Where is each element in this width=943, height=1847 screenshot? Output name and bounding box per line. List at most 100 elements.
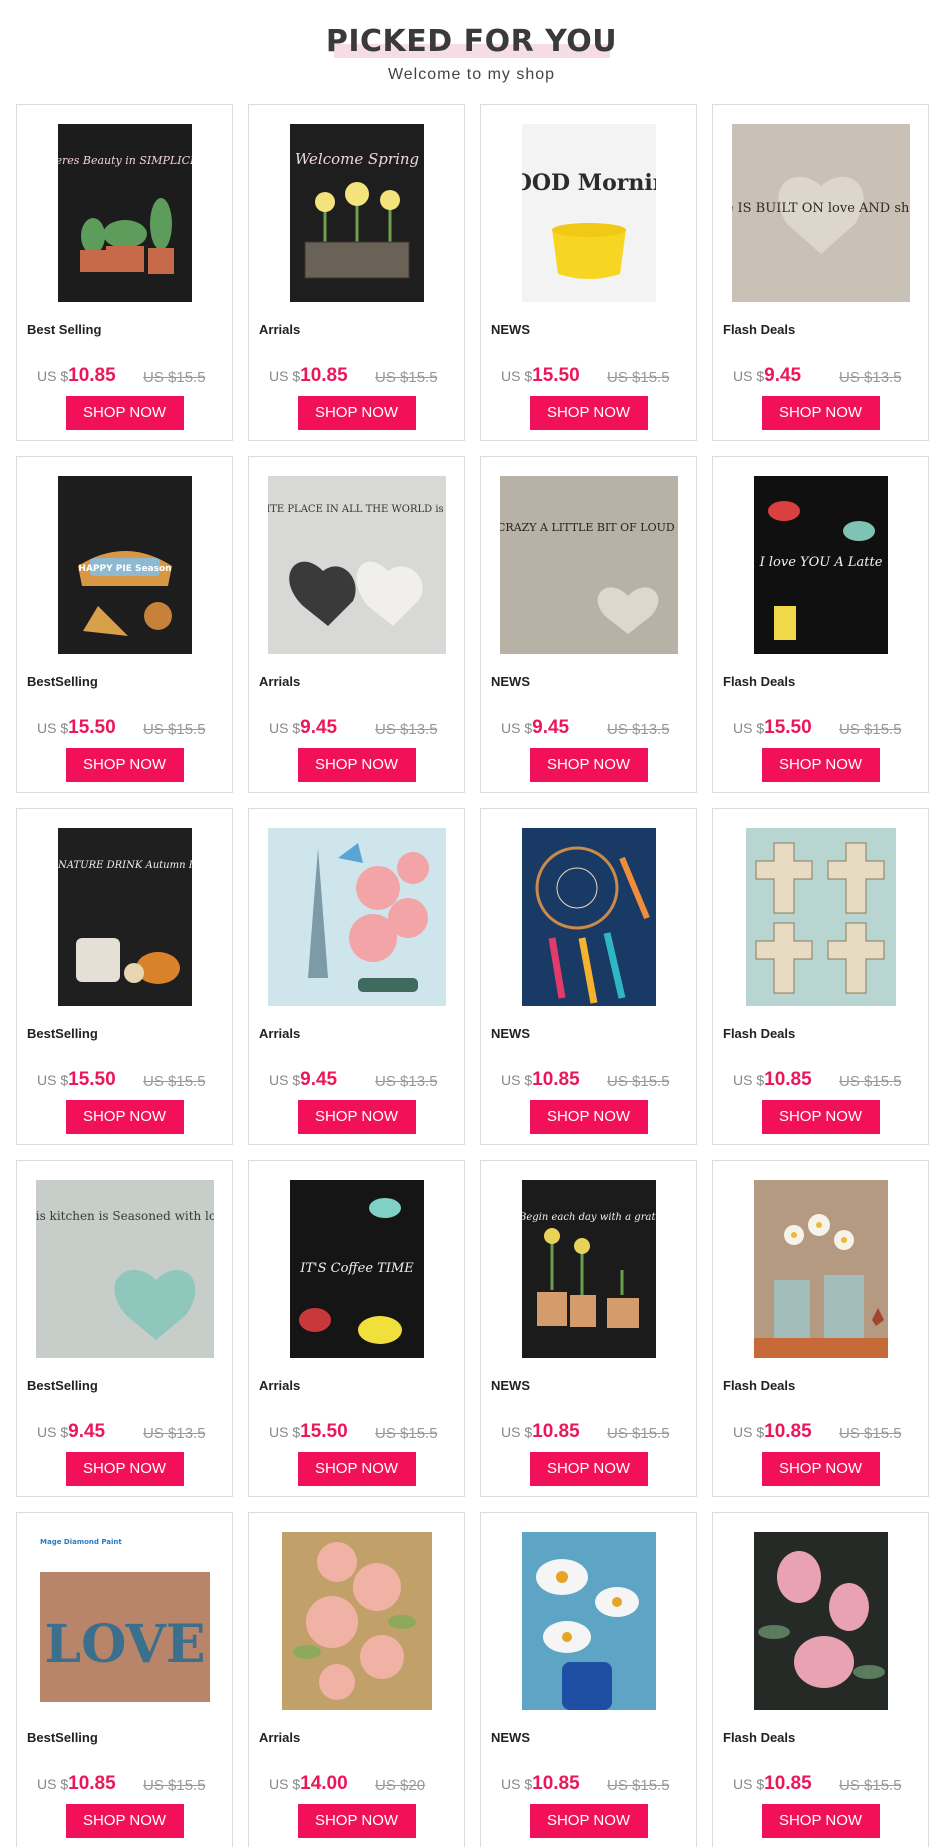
product-category[interactable]: Arrials (259, 322, 300, 337)
shop-now-button[interactable]: SHOP NOW (529, 748, 648, 782)
product-card[interactable]: OUR SIGNATURE DRINK Autumn IN A Mug Best… (16, 808, 233, 1145)
product-card[interactable]: I love YOU A Latte Flash Deals US $15.50 U… (712, 456, 929, 793)
product-category[interactable]: Arrials (259, 674, 300, 689)
shop-now-button[interactable]: SHOP NOW (65, 1452, 184, 1486)
product-image[interactable] (753, 1180, 888, 1358)
product-card[interactable]: NEWS US $10.85 US $15.5 SHOP NOW (480, 1512, 697, 1847)
product-image[interactable] (267, 828, 446, 1006)
shop-now-button[interactable]: SHOP NOW (529, 396, 648, 430)
shop-now-button[interactable]: SHOP NOW (761, 396, 880, 430)
current-price: US $10.85 (501, 1773, 580, 1795)
product-image[interactable]: MY FAVORITE PLACE IN ALL THE WORLD is ne… (267, 476, 446, 654)
current-price: US $10.85 (733, 1421, 812, 1443)
product-image[interactable] (745, 828, 896, 1006)
shop-now-button[interactable]: SHOP NOW (761, 1804, 880, 1838)
product-category[interactable]: NEWS (491, 1730, 530, 1745)
current-price: US $15.50 (269, 1421, 348, 1443)
currency-label: US $ (269, 1424, 301, 1440)
shop-now-button[interactable]: SHOP NOW (297, 396, 416, 430)
shop-now-button[interactable]: SHOP NOW (65, 748, 184, 782)
product-card[interactable]: Flash Deals US $10.85 US $15.5 SHOP NOW (712, 1512, 929, 1847)
current-price: US $10.85 (37, 365, 116, 387)
product-image[interactable]: IT'S Coffee TIME (289, 1180, 424, 1358)
currency-label: US $ (501, 1776, 533, 1792)
product-image[interactable]: Theres Beauty in SIMPLICITY (57, 124, 192, 302)
shop-now-button[interactable]: SHOP NOW (761, 1452, 880, 1486)
shop-now-button[interactable]: SHOP NOW (529, 1100, 648, 1134)
original-price: US $15.5 (839, 1777, 902, 1794)
price-row: US $15.50 US $15.5 (269, 1421, 449, 1445)
shop-now-button[interactable]: SHOP NOW (761, 748, 880, 782)
product-card[interactable]: Arrials US $14.00 US $20 SHOP NOW (248, 1512, 465, 1847)
price-row: US $14.00 US $20 (269, 1773, 449, 1797)
product-image[interactable]: This kitchen is Seasoned with love (35, 1180, 214, 1358)
product-category[interactable]: Flash Deals (723, 674, 795, 689)
product-category[interactable]: NEWS (491, 1026, 530, 1041)
product-category[interactable]: BestSelling (27, 1378, 98, 1393)
product-image[interactable]: Mage Diamond Paint LOVE (35, 1532, 214, 1710)
product-category[interactable]: Flash Deals (723, 1026, 795, 1041)
product-image[interactable]: HAPPY PIE Season (57, 476, 192, 654)
product-card[interactable]: Mage Diamond Paint LOVE BestSelling US $10… (16, 1512, 233, 1847)
price-row: US $10.85 US $15.5 (269, 365, 449, 389)
product-category[interactable]: Arrials (259, 1730, 300, 1745)
original-price: US $15.5 (839, 1073, 902, 1090)
product-card[interactable]: HAPPY PIE Season BestSelling US $15.50 US … (16, 456, 233, 793)
product-category[interactable]: Flash Deals (723, 1378, 795, 1393)
product-category[interactable]: NEWS (491, 1378, 530, 1393)
product-card[interactable]: This home IS BUILT ON love AND shenaniga… (712, 104, 929, 441)
product-card[interactable]: Welcome Spring Arrials US $10.85 US $15.5 S… (248, 104, 465, 441)
shop-now-button[interactable]: SHOP NOW (297, 748, 416, 782)
product-card[interactable]: GOOD Morning NEWS US $15.50 US $15.5 SHOP N… (480, 104, 697, 441)
product-category[interactable]: BestSelling (27, 1026, 98, 1041)
shop-now-button[interactable]: SHOP NOW (297, 1100, 416, 1134)
product-image[interactable]: Welcome Spring (289, 124, 424, 302)
product-card[interactable]: Theres Beauty in SIMPLICITY Best Selling… (16, 104, 233, 441)
price-row: US $10.85 US $15.5 (37, 365, 217, 389)
product-category[interactable]: BestSelling (27, 674, 98, 689)
current-price: US $14.00 (269, 1773, 348, 1795)
product-image[interactable]: Family A LITTLE BIT OF CRAZY A LITTLE BI… (499, 476, 678, 654)
product-category[interactable]: Best Selling (27, 322, 101, 337)
shop-now-button[interactable]: SHOP NOW (65, 396, 184, 430)
shop-now-button[interactable]: SHOP NOW (529, 1804, 648, 1838)
product-image[interactable]: OUR SIGNATURE DRINK Autumn IN A Mug (57, 828, 192, 1006)
product-image[interactable]: I love YOU A Latte (753, 476, 888, 654)
product-category[interactable]: NEWS (491, 322, 530, 337)
product-image[interactable]: This home IS BUILT ON love AND shenaniga… (731, 124, 910, 302)
product-category[interactable]: Flash Deals (723, 1730, 795, 1745)
product-image[interactable] (521, 828, 656, 1006)
product-card[interactable]: Family A LITTLE BIT OF CRAZY A LITTLE BI… (480, 456, 697, 793)
product-category[interactable]: NEWS (491, 674, 530, 689)
product-image[interactable] (281, 1532, 432, 1710)
product-image[interactable] (521, 1532, 656, 1710)
art-text: This kitchen is Seasoned with love (36, 1209, 214, 1223)
product-category[interactable]: Flash Deals (723, 322, 795, 337)
shop-now-button[interactable]: SHOP NOW (529, 1452, 648, 1486)
product-card[interactable]: MY FAVORITE PLACE IN ALL THE WORLD is ne… (248, 456, 465, 793)
product-category[interactable]: BestSelling (27, 1730, 98, 1745)
currency-label: US $ (37, 720, 69, 736)
product-card[interactable]: Begin each day with a grateful heart NEW… (480, 1160, 697, 1497)
shop-now-button[interactable]: SHOP NOW (65, 1804, 184, 1838)
product-image[interactable]: GOOD Morning (521, 124, 656, 302)
currency-label: US $ (37, 1424, 69, 1440)
shop-now-button[interactable]: SHOP NOW (761, 1100, 880, 1134)
product-card[interactable]: Arrials US $9.45 US $13.5 SHOP NOW (248, 808, 465, 1145)
current-price: US $15.50 (37, 1069, 116, 1091)
shop-now-button[interactable]: SHOP NOW (65, 1100, 184, 1134)
product-card[interactable]: Flash Deals US $10.85 US $15.5 SHOP NOW (712, 1160, 929, 1497)
product-category[interactable]: Arrials (259, 1026, 300, 1041)
product-card[interactable]: IT'S Coffee TIME Arrials US $15.50 US $15.… (248, 1160, 465, 1497)
product-category[interactable]: Arrials (259, 1378, 300, 1393)
product-card[interactable]: NEWS US $10.85 US $15.5 SHOP NOW (480, 808, 697, 1145)
product-image[interactable]: Begin each day with a grateful heart (521, 1180, 656, 1358)
price-amount: 9.45 (532, 717, 570, 738)
shop-now-button[interactable]: SHOP NOW (297, 1804, 416, 1838)
price-amount: 10.85 (68, 365, 116, 386)
product-image[interactable] (753, 1532, 888, 1710)
shop-now-button[interactable]: SHOP NOW (297, 1452, 416, 1486)
product-card[interactable]: This kitchen is Seasoned with love BestSe… (16, 1160, 233, 1497)
price-row: US $10.85 US $15.5 (501, 1069, 681, 1093)
product-card[interactable]: Flash Deals US $10.85 US $15.5 SHOP NOW (712, 808, 929, 1145)
